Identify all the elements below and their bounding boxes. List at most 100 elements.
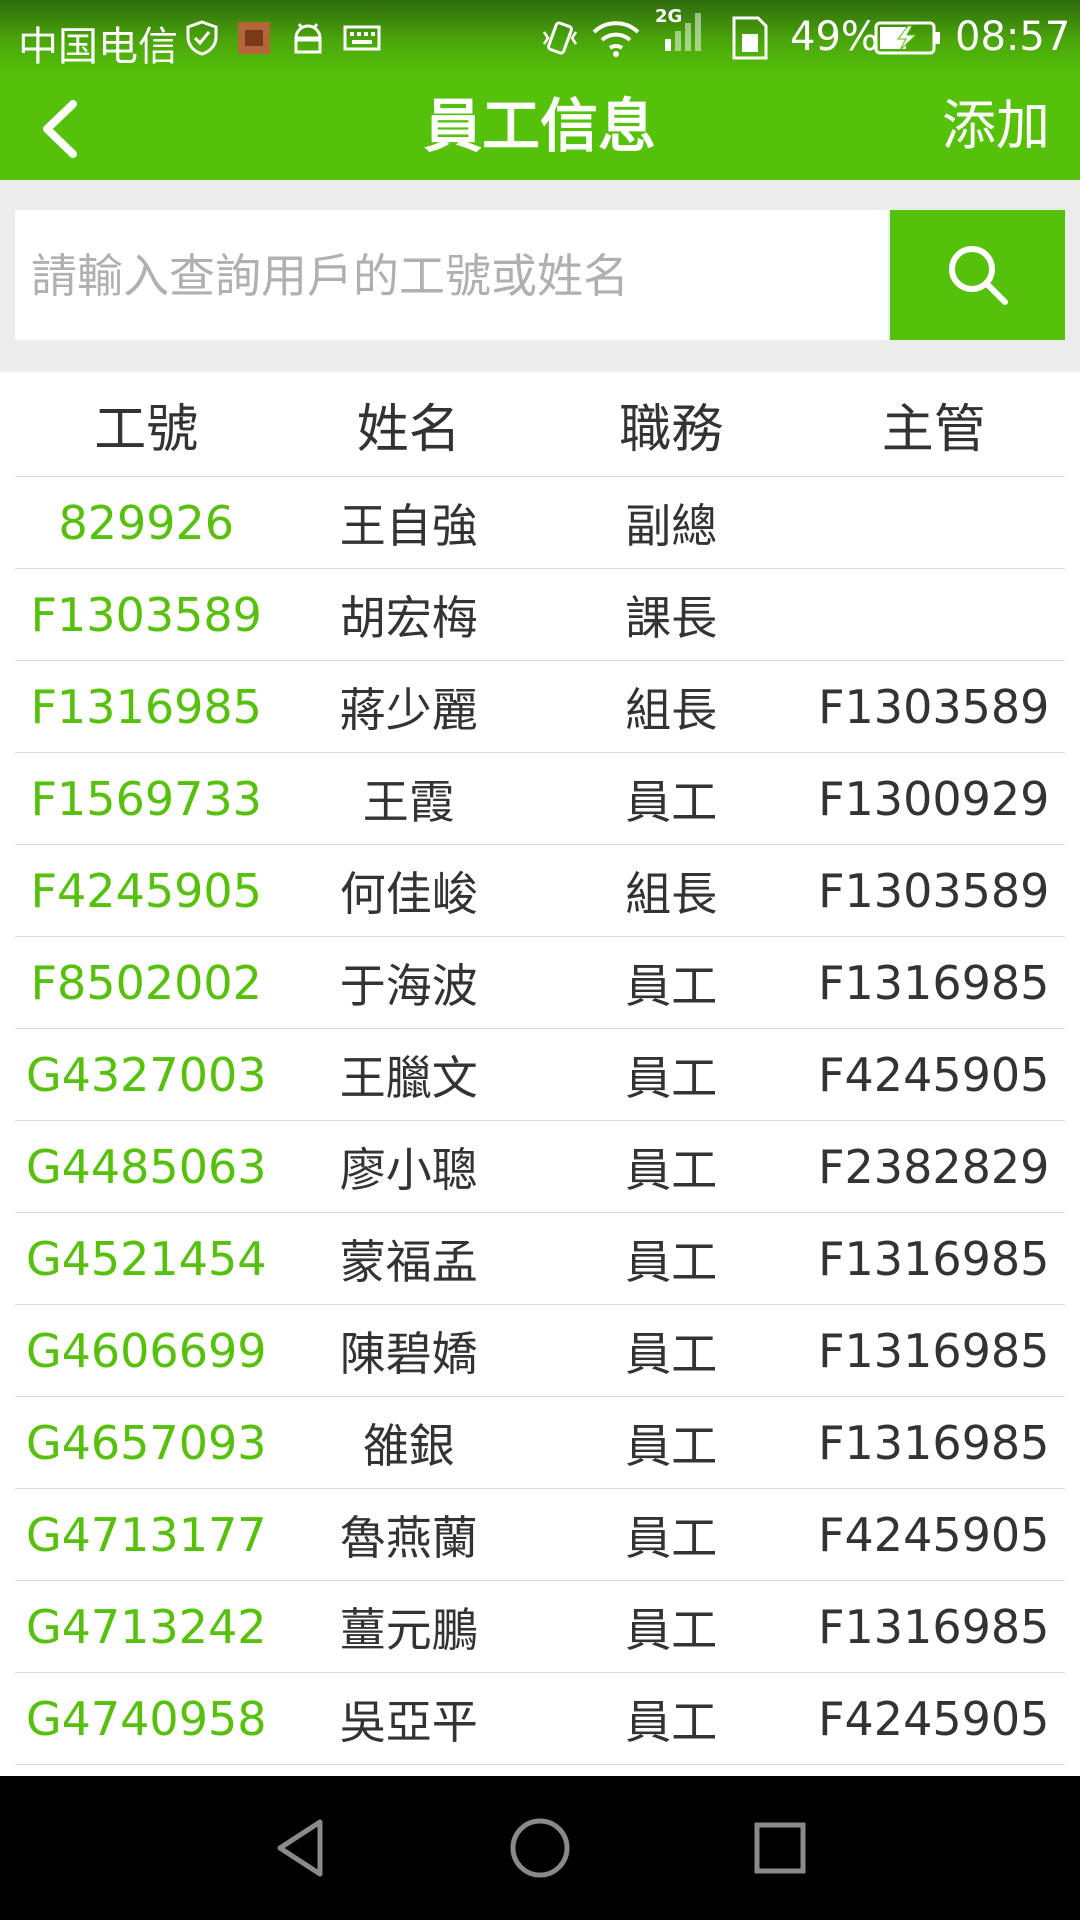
table-row[interactable]: 829926 王自強 副總 — [15, 477, 1065, 569]
employee-manager-cell: F1303589 — [818, 863, 1050, 918]
employee-role-cell: 員工 — [625, 958, 718, 1013]
signal-icon: 2G — [655, 6, 711, 51]
chevron-left-icon — [43, 100, 77, 158]
shield-check-icon — [185, 18, 219, 58]
employee-id-cell[interactable]: F1303589 — [15, 588, 278, 642]
employee-name-cell: 吳亞平 — [339, 1694, 478, 1749]
table-row[interactable]: F4245905 何佳峻 組長 F1303589 — [15, 845, 1065, 937]
employee-role-cell: 員工 — [625, 1602, 718, 1657]
nav-back-button[interactable] — [260, 1808, 340, 1888]
employee-id-cell[interactable]: G4713242 — [15, 1600, 278, 1654]
employee-name-cell: 陳碧嬌 — [339, 1326, 478, 1381]
add-button[interactable]: 添加 — [942, 78, 1050, 180]
employee-role-cell: 員工 — [625, 1142, 718, 1197]
column-header-id[interactable]: 工號 — [15, 387, 278, 462]
employee-manager-cell: F1316985 — [818, 1323, 1050, 1378]
search-field-container — [15, 210, 888, 342]
search-button[interactable] — [890, 210, 1065, 340]
table-row[interactable]: G4485063 廖小聰 員工 F2382829 — [15, 1121, 1065, 1213]
table-row[interactable]: G4606699 陳碧嬌 員工 F1316985 — [15, 1305, 1065, 1397]
employee-role-cell: 員工 — [625, 1326, 718, 1381]
employee-manager-cell: F1316985 — [818, 955, 1050, 1010]
employee-id-cell[interactable]: G4521454 — [15, 1232, 278, 1286]
employee-role-cell: 員工 — [625, 1234, 718, 1289]
table-row[interactable]: G4713242 薑元鵬 員工 F1316985 — [15, 1581, 1065, 1673]
employee-id-cell[interactable]: G4657093 — [15, 1416, 278, 1470]
table-row[interactable]: F1569733 王霞 員工 F1300929 — [15, 753, 1065, 845]
system-navigation-bar — [0, 1776, 1080, 1920]
wifi-icon — [590, 18, 642, 58]
square-recent-icon — [754, 1822, 806, 1874]
employee-role-cell: 副總 — [625, 498, 718, 553]
employee-manager-cell: F4245905 — [818, 1691, 1050, 1746]
table-row[interactable]: G4713177 魯燕蘭 員工 F4245905 — [15, 1489, 1065, 1581]
employee-name-cell: 雒銀 — [362, 1418, 455, 1473]
employee-id-cell[interactable]: G4606699 — [15, 1324, 278, 1378]
column-header-manager[interactable]: 主管 — [803, 387, 1066, 462]
employee-id-cell[interactable]: F4245905 — [15, 864, 278, 918]
battery-charging-icon — [874, 18, 942, 58]
employee-id-cell[interactable]: F1569733 — [15, 772, 278, 826]
employee-name-cell: 魯燕蘭 — [339, 1510, 478, 1565]
employee-name-cell: 王霞 — [362, 774, 455, 829]
vibrate-icon — [540, 18, 580, 58]
app-notification-icon — [237, 18, 271, 58]
employee-manager-cell: F1316985 — [818, 1599, 1050, 1654]
table-body: 829926 王自強 副總 F1303589 胡宏梅 課長 F1316985 蔣少麗 組長 F13… — [15, 477, 1065, 1765]
table-row[interactable]: G4657093 雒銀 員工 F1316985 — [15, 1397, 1065, 1489]
search-icon — [948, 246, 1008, 305]
app-bar: 員工信息 添加 — [0, 78, 1080, 180]
table-row[interactable]: G4521454 蒙福孟 員工 F1316985 — [15, 1213, 1065, 1305]
employee-name-cell: 薑元鵬 — [339, 1602, 478, 1657]
triangle-back-icon — [277, 1819, 323, 1877]
employee-id-cell[interactable]: G4327003 — [15, 1048, 278, 1102]
table-row[interactable]: G4327003 王臘文 員工 F4245905 — [15, 1029, 1065, 1121]
employee-role-cell: 組長 — [625, 682, 718, 737]
employee-table: 工號 姓名 職務 主管 829926 王自強 副總 F1303589 胡宏梅 課長 F131… — [15, 372, 1065, 1765]
employee-manager-cell: F1300929 — [818, 771, 1050, 826]
employee-role-cell: 員工 — [625, 1050, 718, 1105]
employee-id-cell[interactable]: G4740958 — [15, 1692, 278, 1746]
employee-id-cell[interactable]: G4713177 — [15, 1508, 278, 1562]
employee-id-cell[interactable]: G4485063 — [15, 1140, 278, 1194]
battery-percent: 49% — [790, 14, 879, 60]
table-row[interactable]: F8502002 于海波 員工 F1316985 — [15, 937, 1065, 1029]
employee-id-cell[interactable]: 829926 — [15, 496, 278, 550]
employee-manager-cell: F2382829 — [818, 1139, 1050, 1194]
employee-name-cell: 王臘文 — [339, 1050, 478, 1105]
nav-recent-button[interactable] — [740, 1808, 820, 1888]
back-button[interactable] — [24, 92, 94, 166]
employee-role-cell: 組長 — [625, 866, 718, 921]
page-title: 員工信息 — [423, 92, 656, 160]
sim-card-icon — [730, 16, 770, 60]
column-header-role[interactable]: 職務 — [540, 387, 803, 462]
search-bar — [0, 180, 1080, 372]
employee-role-cell: 員工 — [625, 1510, 718, 1565]
employee-name-cell: 于海波 — [339, 958, 478, 1013]
employee-manager-cell: F4245905 — [818, 1047, 1050, 1102]
employee-id-cell[interactable]: F1316985 — [15, 680, 278, 734]
employee-name-cell: 胡宏梅 — [339, 590, 478, 645]
employee-role-cell: 員工 — [625, 1418, 718, 1473]
employee-id-cell[interactable]: F8502002 — [15, 956, 278, 1010]
table-row[interactable]: F1303589 胡宏梅 課長 — [15, 569, 1065, 661]
nav-home-button[interactable] — [500, 1808, 580, 1888]
status-bar: 中国电信 2G 49% 08:57 — [0, 0, 1080, 78]
employee-name-cell: 蔣少麗 — [339, 682, 478, 737]
employee-name-cell: 蒙福孟 — [339, 1234, 478, 1289]
employee-role-cell: 課長 — [625, 590, 718, 645]
keyboard-icon — [343, 18, 381, 58]
employee-name-cell: 王自強 — [339, 498, 478, 553]
employee-name-cell: 廖小聰 — [339, 1142, 478, 1197]
employee-manager-cell: F4245905 — [818, 1507, 1050, 1562]
app-header-background: 中国电信 2G 49% 08:57 員工信息 添加 — [0, 0, 1080, 180]
table-header: 工號 姓名 職務 主管 — [15, 372, 1065, 477]
table-row[interactable]: G4740958 吳亞平 員工 F4245905 — [15, 1673, 1065, 1765]
clock: 08:57 — [955, 14, 1071, 60]
column-header-name[interactable]: 姓名 — [278, 387, 541, 462]
employee-manager-cell: F1316985 — [818, 1415, 1050, 1470]
carrier-label: 中国电信 — [18, 24, 178, 70]
search-input[interactable] — [29, 210, 883, 342]
table-row[interactable]: F1316985 蔣少麗 組長 F1303589 — [15, 661, 1065, 753]
android-icon — [290, 18, 326, 58]
